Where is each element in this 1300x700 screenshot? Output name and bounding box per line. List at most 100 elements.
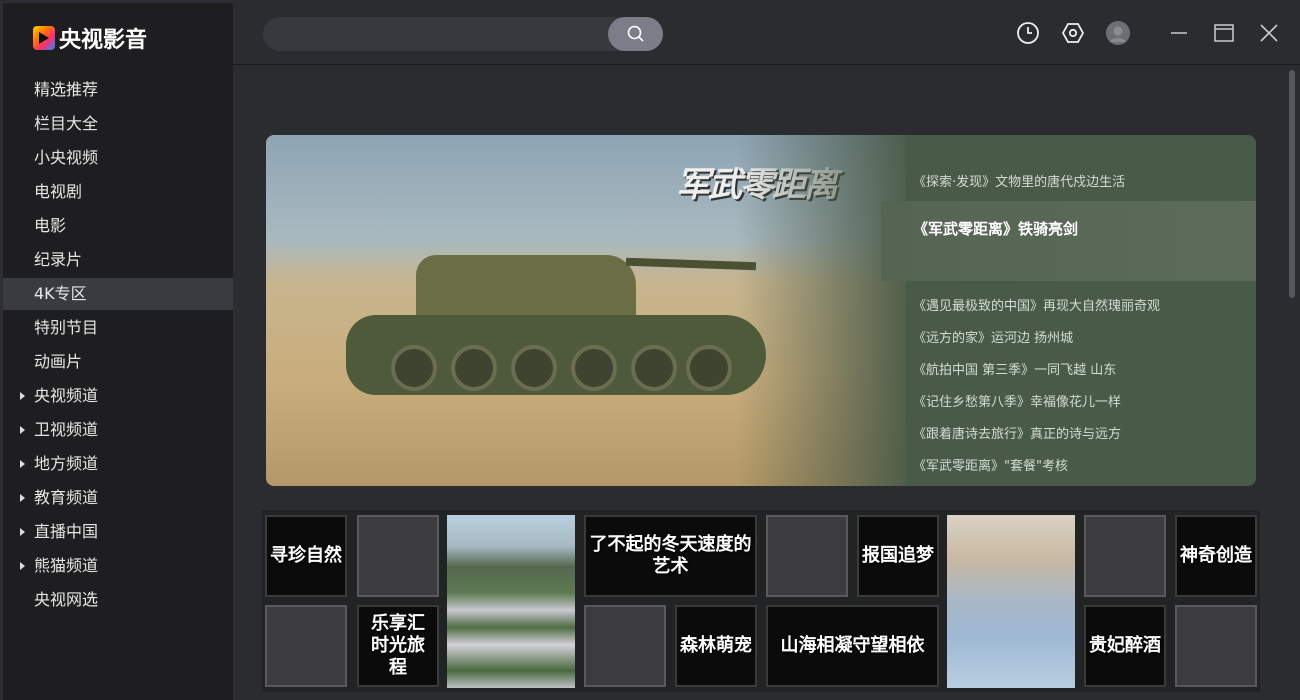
sidebar-item-label: 地方频道 [34, 454, 98, 473]
settings-button[interactable] [1060, 20, 1086, 46]
tile-title: 森林萌宠 [680, 635, 752, 657]
sidebar-item[interactable]: 小央视频 [3, 142, 233, 174]
banner-list-item[interactable]: 《跟着唐诗去旅行》真正的诗与远方 [913, 423, 1121, 442]
sidebar-item[interactable]: 栏目大全 [3, 108, 233, 140]
expand-arrow-icon[interactable] [20, 494, 25, 502]
tile-grid: 寻珍自然 了不起的冬天速度的艺术 报国追梦 神奇创造乐享汇时光旅程 森林萌宠 山海相凝守望… [262, 510, 1260, 692]
expand-arrow-icon[interactable] [20, 528, 25, 536]
tile[interactable]: 山海相凝守望相依 [766, 605, 939, 687]
close-button[interactable] [1256, 20, 1282, 46]
user-avatar-icon [1106, 21, 1130, 45]
tile[interactable]: 神奇创造 [1175, 515, 1257, 597]
avatar[interactable] [1105, 20, 1131, 46]
sidebar-item[interactable]: 央视频道 [3, 380, 233, 412]
sidebar-item[interactable]: 动画片 [3, 346, 233, 378]
tile[interactable] [357, 515, 439, 597]
tank-wheel [451, 345, 497, 391]
tile[interactable]: 报国追梦 [857, 515, 939, 597]
minimize-button[interactable] [1166, 20, 1192, 46]
tile-title: 报国追梦 [862, 545, 934, 567]
banner-list-item[interactable]: 《军武零距离》"套餐"考核 [913, 455, 1068, 474]
tile[interactable] [1175, 605, 1257, 687]
sidebar-item-label: 电影 [34, 216, 66, 235]
sidebar-item[interactable]: 直播中国 [3, 516, 233, 548]
tile[interactable]: 了不起的冬天速度的艺术 [584, 515, 757, 597]
maximize-button[interactable] [1211, 20, 1237, 46]
sidebar-item-label: 熊猫频道 [34, 556, 98, 575]
tile[interactable]: 乐享汇时光旅程 [357, 605, 439, 687]
tank-wheel [511, 345, 557, 391]
sidebar-item[interactable]: 央视网选 [3, 584, 233, 616]
sidebar-item-label: 纪录片 [34, 250, 82, 269]
banner-list-item[interactable]: 《遇见最极致的中国》再现大自然瑰丽奇观 [913, 295, 1160, 314]
stilt-bird-image[interactable] [947, 515, 1075, 688]
scrollbar[interactable] [1286, 66, 1298, 700]
tile[interactable]: 森林萌宠 [675, 605, 757, 687]
expand-arrow-icon[interactable] [20, 392, 25, 400]
search-button[interactable] [608, 17, 663, 51]
tile-title: 乐享汇时光旅程 [363, 613, 433, 679]
banner-list-item[interactable]: 《远方的家》运河边 扬州城 [913, 327, 1073, 346]
history-button[interactable] [1015, 20, 1041, 46]
logo-play-icon [33, 26, 55, 50]
sidebar-item[interactable]: 纪录片 [3, 244, 233, 276]
sidebar-item-label: 直播中国 [34, 522, 98, 541]
sidebar-item[interactable]: 教育频道 [3, 482, 233, 514]
tank-wheel [686, 345, 732, 391]
expand-arrow-icon[interactable] [20, 562, 25, 570]
tile-title: 了不起的冬天速度的艺术 [586, 534, 755, 578]
tile[interactable]: 贵妃醉酒 [1084, 605, 1166, 687]
sidebar-item[interactable]: 4K专区 [3, 278, 233, 310]
tank-wheel [391, 345, 437, 391]
banner-list-item[interactable]: 《探索·发现》文物里的唐代戍边生活 [913, 171, 1125, 190]
banner-item-title: 《军武零距离》铁骑亮剑 [913, 218, 1078, 239]
sidebar-item-label: 4K专区 [34, 284, 87, 303]
banner-list: 《军武零距离》铁骑亮剑 《探索·发现》文物里的唐代戍边生活《遇见最极致的中国》再… [881, 135, 1256, 486]
sidebar-item-label: 央视频道 [34, 386, 98, 405]
banner-list-item[interactable]: 《航拍中国 第三季》一同飞越 山东 [913, 359, 1116, 378]
sidebar-item-label: 栏目大全 [34, 114, 98, 133]
featured-banner[interactable]: 军武零距离 《军武零距离》铁骑亮剑 《探索·发现》文物里的唐代戍边生活《遇见最极… [266, 135, 1256, 486]
tile-title: 贵妃醉酒 [1089, 635, 1161, 657]
sidebar-item[interactable]: 精选推荐 [3, 74, 233, 106]
sidebar-item[interactable]: 卫视频道 [3, 414, 233, 446]
close-icon [1260, 24, 1278, 42]
tile[interactable] [1084, 515, 1166, 597]
sidebar-item[interactable]: 特别节目 [3, 312, 233, 344]
sidebar-item[interactable]: 电影 [3, 210, 233, 242]
scrollbar-thumb[interactable] [1289, 70, 1295, 298]
sidebar-item-label: 教育频道 [34, 488, 98, 507]
sidebar-item[interactable]: 熊猫频道 [3, 550, 233, 582]
tile[interactable] [265, 605, 347, 687]
sidebar-item-label: 电视剧 [34, 182, 82, 201]
sidebar-item-label: 卫视频道 [34, 420, 98, 439]
maximize-icon [1214, 24, 1234, 42]
tile-title: 寻珍自然 [270, 545, 342, 567]
banner-list-item-active[interactable]: 《军武零距离》铁骑亮剑 [881, 201, 1256, 281]
tile-title: 神奇创造 [1180, 545, 1252, 567]
banner-list-item[interactable]: 《记住乡愁第八季》幸福像花儿一样 [913, 391, 1121, 410]
app-logo[interactable]: 央视影音 [33, 22, 147, 54]
minimize-icon [1170, 24, 1188, 42]
sidebar-item-label: 央视网选 [34, 590, 98, 609]
tile-title: 山海相凝守望相依 [781, 635, 925, 657]
terraced-fields-image[interactable] [447, 515, 575, 688]
sidebar-item[interactable]: 电视剧 [3, 176, 233, 208]
settings-icon [1061, 21, 1085, 45]
app-title: 央视影音 [59, 22, 147, 54]
expand-arrow-icon[interactable] [20, 460, 25, 468]
tile[interactable]: 寻珍自然 [265, 515, 347, 597]
tank-wheel [631, 345, 677, 391]
search-icon [627, 25, 645, 43]
expand-arrow-icon[interactable] [20, 426, 25, 434]
tank-wheel [571, 345, 617, 391]
sidebar: 央视影音 精选推荐栏目大全小央视频电视剧电影纪录片 4K专区特别节目动画片央视频道… [0, 0, 233, 700]
tile[interactable] [584, 605, 666, 687]
tile[interactable] [766, 515, 848, 597]
sidebar-item-label: 精选推荐 [34, 80, 98, 99]
search-input[interactable] [263, 17, 663, 51]
top-bar [233, 0, 1300, 65]
sidebar-item[interactable]: 地方频道 [3, 448, 233, 480]
sidebar-item-label: 特别节目 [34, 318, 98, 337]
sidebar-item-label: 小央视频 [34, 148, 98, 167]
